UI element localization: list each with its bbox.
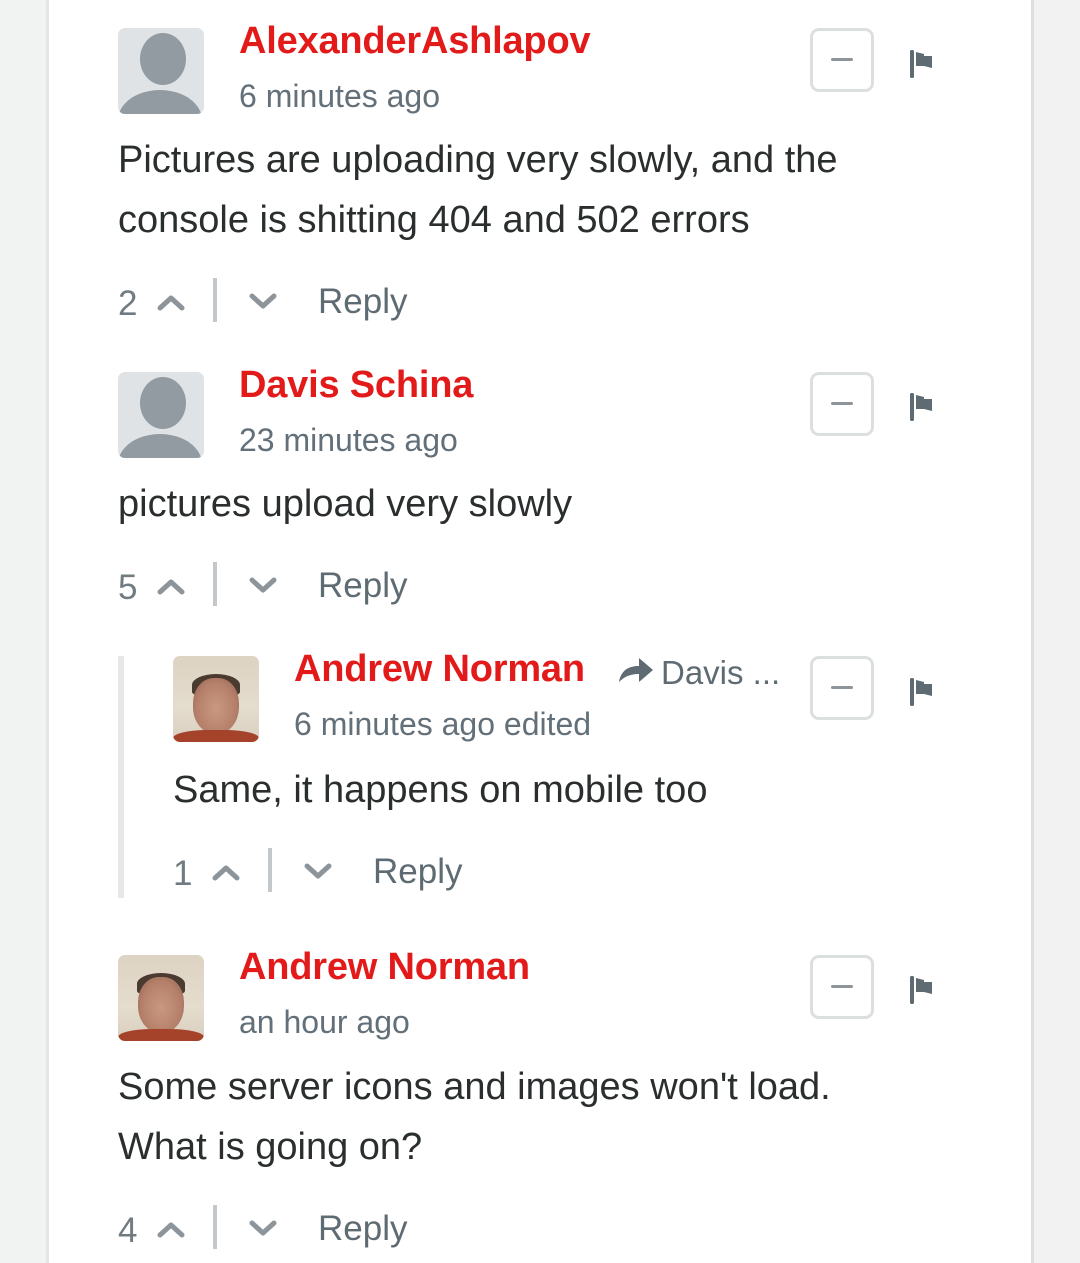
comment-body-line: Some server icons and images won't load.	[118, 1066, 831, 1108]
minus-icon	[831, 985, 853, 988]
vote-count: 4	[118, 1211, 138, 1250]
comment-body-line: What is going on?	[118, 1126, 423, 1168]
comment-timestamp[interactable]: an hour ago	[239, 1004, 410, 1041]
vote-divider	[213, 1205, 217, 1249]
comment-author[interactable]: Andrew Norman	[239, 946, 530, 989]
user-photo-avatar[interactable]	[118, 955, 204, 1041]
comment: Andrew Norman an hour ago Some server ic…	[0, 0, 1080, 1263]
comment-actions: 4 Reply	[118, 1205, 518, 1255]
flag-icon[interactable]	[910, 976, 936, 1004]
collapse-button[interactable]	[810, 955, 874, 1019]
upvote-icon[interactable]	[156, 1219, 186, 1239]
downvote-icon[interactable]	[248, 1219, 278, 1239]
reply-button[interactable]: Reply	[318, 1209, 407, 1249]
